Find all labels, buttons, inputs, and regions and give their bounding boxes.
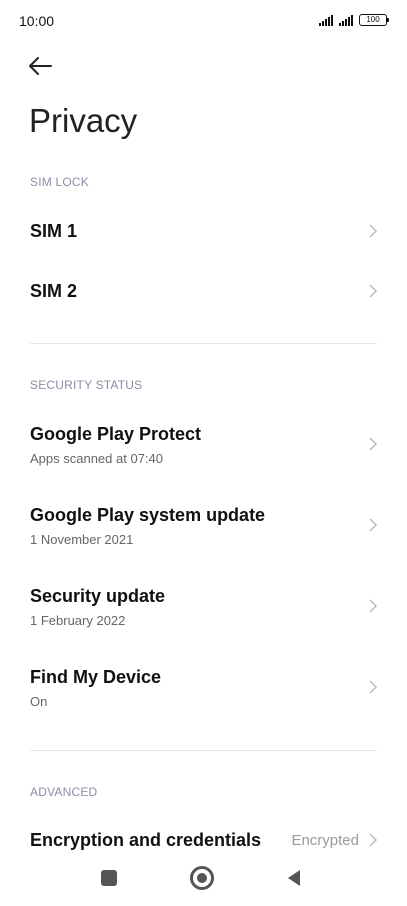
find-my-device-subtitle: On: [30, 694, 48, 709]
chevron-right-icon: [369, 833, 378, 847]
status-icons: 100: [319, 14, 389, 26]
find-my-device-item[interactable]: Find My Device On: [0, 655, 407, 719]
google-play-system-update-title: Google Play system update: [30, 505, 266, 525]
chevron-right-icon: [369, 599, 378, 613]
google-play-protect-item[interactable]: Google Play Protect Apps scanned at 07:4…: [0, 412, 407, 476]
find-my-device-title: Find My Device: [30, 667, 162, 687]
battery-icon: 100: [359, 14, 389, 26]
section-header-security-status: SECURITY STATUS: [30, 378, 143, 392]
status-bar: 10:00 100: [0, 0, 407, 44]
divider: [30, 343, 377, 344]
back-button[interactable]: [26, 52, 56, 80]
signal-bars-icon: [319, 15, 333, 26]
encryption-and-credentials-title: Encryption and credentials: [30, 830, 262, 850]
battery-level: 100: [366, 15, 380, 24]
encryption-status-value: Encrypted: [291, 832, 359, 849]
google-play-protect-title: Google Play Protect: [30, 424, 202, 444]
page-title: Privacy: [29, 102, 138, 139]
circle-home-icon[interactable]: [190, 866, 214, 890]
google-play-system-update-item[interactable]: Google Play system update 1 November 202…: [0, 493, 407, 557]
chevron-right-icon: [369, 437, 378, 451]
google-play-protect-subtitle: Apps scanned at 07:40: [30, 451, 163, 466]
google-play-system-update-subtitle: 1 November 2021: [30, 532, 134, 547]
arrow-left-icon: [29, 57, 52, 75]
square-recents-icon[interactable]: [101, 870, 117, 886]
navigation-bar: [0, 850, 407, 906]
divider: [30, 750, 377, 751]
security-update-subtitle: 1 February 2022: [30, 613, 126, 628]
chevron-right-icon: [369, 284, 378, 298]
signal-bars-icon: [339, 15, 353, 26]
sim-2-title: SIM 2: [30, 281, 78, 301]
sim-1-item[interactable]: SIM 1: [0, 202, 407, 260]
chevron-right-icon: [369, 518, 378, 532]
chevron-right-icon: [369, 224, 378, 238]
status-time: 10:00: [19, 13, 55, 29]
security-update-title: Security update: [30, 586, 166, 606]
chevron-right-icon: [369, 680, 378, 694]
sim-1-title: SIM 1: [30, 221, 78, 241]
section-header-sim-lock: SIM LOCK: [30, 175, 89, 189]
triangle-back-icon[interactable]: [286, 868, 302, 888]
section-header-advanced: ADVANCED: [30, 785, 98, 799]
security-update-item[interactable]: Security update 1 February 2022: [0, 574, 407, 638]
sim-2-item[interactable]: SIM 2: [0, 262, 407, 320]
